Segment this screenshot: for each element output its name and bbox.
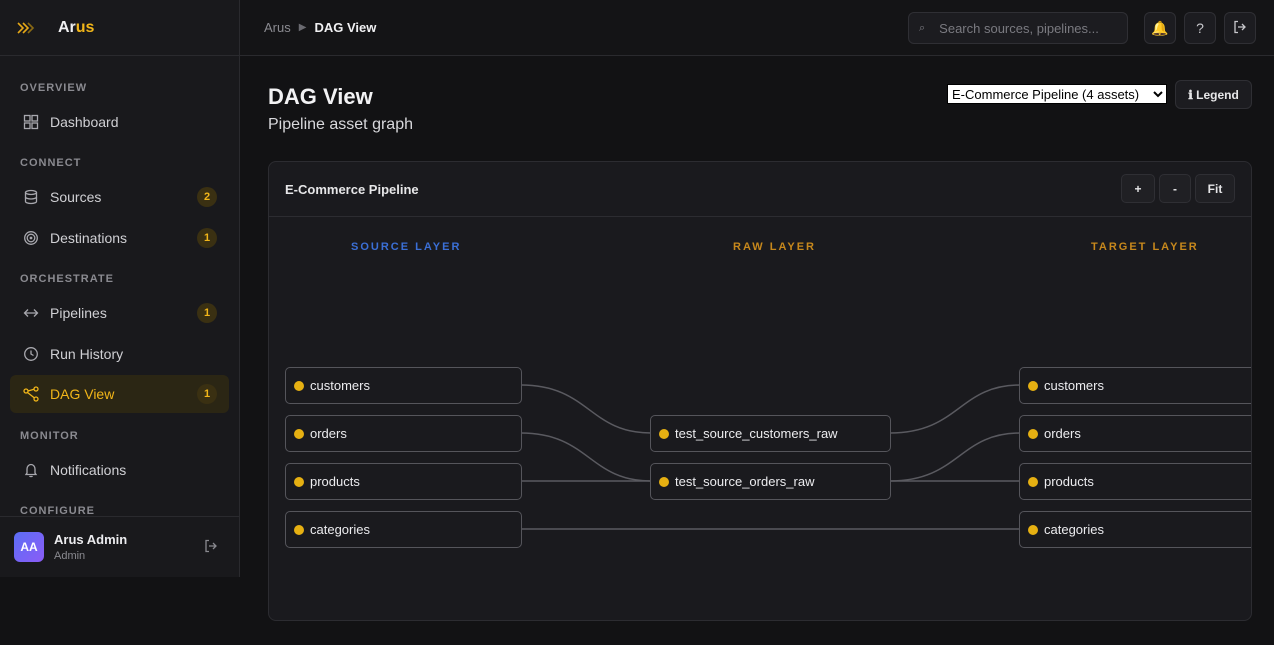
logout-button[interactable] xyxy=(1224,12,1256,44)
status-dot xyxy=(294,428,304,439)
target-node-customers[interactable]: customers xyxy=(1019,367,1251,404)
status-dot xyxy=(1028,476,1038,487)
target-node-products[interactable]: products xyxy=(1019,463,1251,500)
status-dot xyxy=(1028,380,1038,391)
sidebar-item-label: Pipelines xyxy=(50,305,107,321)
page-title: DAG View xyxy=(268,84,373,109)
sidebar-item-dag-view[interactable]: DAG View 1 xyxy=(10,375,229,413)
brand[interactable]: Arus xyxy=(0,0,239,56)
topbar: Arus ▶ DAG View ⌕ 🔔 ? xyxy=(240,0,1274,56)
edge xyxy=(520,384,652,434)
status-dot xyxy=(294,476,304,487)
source-node-products[interactable]: products xyxy=(285,463,522,500)
question-icon: ? xyxy=(1196,20,1204,36)
target-icon xyxy=(22,229,40,247)
count-badge: 1 xyxy=(197,384,217,404)
sidebar-item-pipelines[interactable]: Pipelines 1 xyxy=(10,294,229,332)
database-icon xyxy=(22,188,40,206)
node-label: products xyxy=(310,474,360,489)
node-label: products xyxy=(1044,474,1094,489)
sidebar-item-destinations[interactable]: Destinations 1 xyxy=(10,219,229,257)
edge xyxy=(520,432,652,482)
target-node-orders[interactable]: orders xyxy=(1019,415,1251,452)
edge xyxy=(889,384,1021,434)
sidebar-item-label: Sources xyxy=(50,189,102,205)
node-label: orders xyxy=(310,426,347,441)
user-role: Admin xyxy=(54,550,86,562)
grid-icon xyxy=(22,113,40,131)
section-overview: OVERVIEW xyxy=(20,82,88,94)
sidebar-item-label: Notifications xyxy=(50,462,127,478)
pipeline-select[interactable]: E-Commerce Pipeline (4 assets) xyxy=(947,84,1167,104)
status-dot xyxy=(294,524,304,535)
page-subtitle: Pipeline asset graph xyxy=(268,116,413,133)
breadcrumb: Arus ▶ DAG View xyxy=(264,20,376,35)
sidebar-item-label: Destinations xyxy=(50,230,128,246)
count-badge: 1 xyxy=(197,228,217,248)
sidebar-item-notifications[interactable]: Notifications xyxy=(10,451,229,489)
arrows-horizontal-icon xyxy=(22,304,40,322)
sidebar-item-label: Dashboard xyxy=(50,114,119,130)
count-badge: 2 xyxy=(197,187,217,207)
source-node-orders[interactable]: orders xyxy=(285,415,522,452)
chevrons-right-icon xyxy=(16,15,50,41)
sidebar-item-sources[interactable]: Sources 2 xyxy=(10,178,229,216)
dag-icon xyxy=(22,385,40,403)
source-node-customers[interactable]: customers xyxy=(285,367,522,404)
section-orchestrate: ORCHESTRATE xyxy=(20,273,114,285)
sidebar: Arus OVERVIEW Dashboard CONNECT Sources … xyxy=(0,0,240,577)
user-name: Arus Admin xyxy=(54,532,128,547)
sidebar-item-label: DAG View xyxy=(50,386,115,402)
bell-icon xyxy=(22,461,40,479)
logout-icon[interactable] xyxy=(203,538,219,557)
section-monitor: MONITOR xyxy=(20,430,79,442)
status-dot xyxy=(659,428,669,439)
count-badge: 1 xyxy=(197,303,217,323)
node-label: test_source_customers_raw xyxy=(675,426,838,441)
node-label: customers xyxy=(310,378,370,393)
bell-icon: 🔔 xyxy=(1151,19,1169,36)
search-box[interactable]: ⌕ xyxy=(908,12,1128,44)
sidebar-item-run-history[interactable]: Run History xyxy=(10,335,229,373)
sidebar-item-label: Run History xyxy=(50,346,124,362)
status-dot xyxy=(659,476,669,487)
node-label: customers xyxy=(1044,378,1104,393)
clock-icon xyxy=(22,345,40,363)
legend-button[interactable]: ℹ Legend xyxy=(1175,80,1252,109)
source-node-categories[interactable]: categories xyxy=(285,511,522,548)
breadcrumb-current: DAG View xyxy=(314,20,377,35)
status-dot xyxy=(1028,428,1038,439)
section-connect: CONNECT xyxy=(20,157,82,169)
avatar: AA xyxy=(14,532,44,562)
node-label: test_source_orders_raw xyxy=(675,474,815,489)
notifications-button[interactable]: 🔔 xyxy=(1144,12,1176,44)
edge xyxy=(889,432,1021,482)
status-dot xyxy=(1028,524,1038,535)
brand-name: Arus xyxy=(58,18,95,36)
dag-card: E-Commerce Pipeline + - Fit SOURCE LAYER… xyxy=(268,161,1252,621)
node-label: categories xyxy=(310,522,370,537)
raw-node-orders[interactable]: test_source_orders_raw xyxy=(650,463,891,500)
breadcrumb-item[interactable]: Arus xyxy=(264,20,291,35)
breadcrumb-separator-icon: ▶ xyxy=(298,22,307,33)
user-panel: AA Arus Admin Admin xyxy=(0,516,239,577)
search-input[interactable] xyxy=(939,20,1120,36)
node-label: categories xyxy=(1044,522,1104,537)
raw-node-customers[interactable]: test_source_customers_raw xyxy=(650,415,891,452)
logout-icon xyxy=(1232,19,1248,38)
sidebar-item-dashboard[interactable]: Dashboard xyxy=(10,103,229,141)
target-node-categories[interactable]: categories xyxy=(1019,511,1251,548)
search-icon: ⌕ xyxy=(919,21,926,34)
status-dot xyxy=(294,380,304,391)
help-button[interactable]: ? xyxy=(1184,12,1216,44)
node-label: orders xyxy=(1044,426,1081,441)
